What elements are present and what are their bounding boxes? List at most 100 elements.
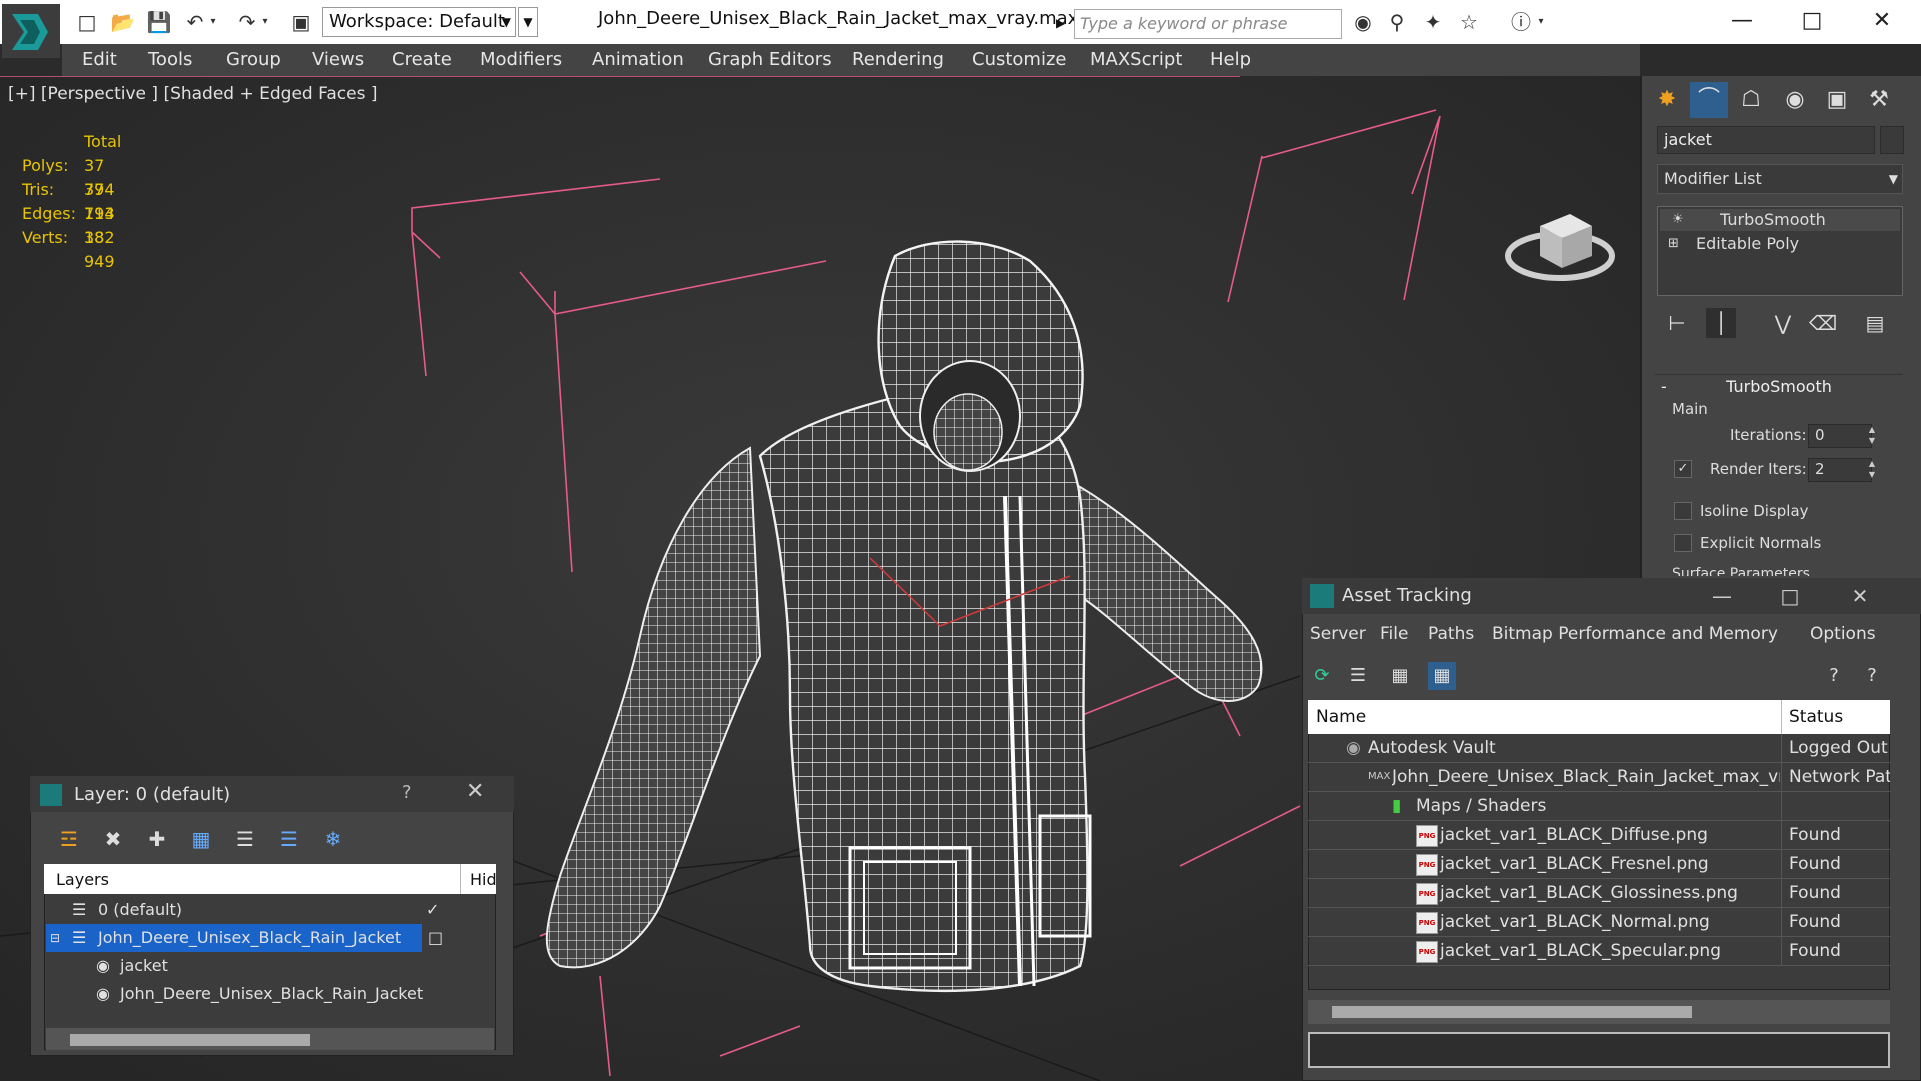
collapse-minus-icon[interactable]: ⊟: [50, 924, 60, 952]
help-button[interactable]: ?: [402, 782, 412, 803]
configure-sets-icon[interactable]: ▤: [1860, 308, 1890, 338]
object-name-field[interactable]: jacket: [1657, 126, 1875, 154]
render-iters-checkbox[interactable]: ✓: [1674, 460, 1692, 478]
minimize-button[interactable]: —: [1722, 6, 1762, 36]
table-row[interactable]: ▮ Maps / Shaders: [1308, 792, 1890, 821]
hide-all-icon[interactable]: ☰: [274, 824, 304, 854]
menu-paths[interactable]: Paths: [1428, 624, 1474, 644]
undo-dropdown-icon[interactable]: ▾: [206, 10, 220, 34]
key-icon[interactable]: ⚲: [1384, 10, 1410, 34]
open-file-icon[interactable]: 📂: [110, 10, 136, 34]
table-view-icon[interactable]: ▦: [1428, 662, 1456, 690]
viewport-label[interactable]: [+] [Perspective ] [Shaded + Edged Faces…: [8, 84, 377, 104]
menu-file[interactable]: File: [1380, 624, 1408, 644]
column-divider[interactable]: [1781, 700, 1782, 734]
project-folder-icon[interactable]: ▣: [288, 10, 314, 34]
column-divider[interactable]: [460, 864, 461, 894]
layer-row-selected[interactable]: ⊟ ☰ John_Deere_Unisex_Black_Rain_Jacket: [46, 924, 422, 952]
menu-rendering[interactable]: Rendering: [852, 49, 944, 70]
table-row[interactable]: ◉ Autodesk Vault Logged Out: [1308, 734, 1890, 763]
help-icon[interactable]: ⓘ: [1508, 10, 1534, 34]
close-button[interactable]: ✕: [1838, 582, 1882, 610]
motion-tab-icon[interactable]: ◉: [1776, 82, 1814, 118]
create-layer-icon[interactable]: ☲: [54, 824, 84, 854]
table-row[interactable]: PNG jacket_var1_BLACK_Diffuse.png Found: [1308, 821, 1890, 850]
menu-edit[interactable]: Edit: [82, 49, 117, 70]
menu-help[interactable]: Help: [1210, 49, 1251, 70]
menu-customize[interactable]: Customize: [972, 49, 1066, 70]
modify-tab-icon[interactable]: ⌒: [1690, 82, 1728, 118]
context-help-icon[interactable]: ?: [1858, 662, 1886, 690]
turbosmooth-rollout-header[interactable]: - TurboSmooth: [1655, 374, 1903, 398]
iterations-spinner[interactable]: 0: [1808, 424, 1872, 448]
highlight-selected-icon[interactable]: ☰: [230, 824, 260, 854]
delete-layer-icon[interactable]: ✖: [98, 824, 128, 854]
table-row[interactable]: PNG jacket_var1_BLACK_Normal.png Found: [1308, 908, 1890, 937]
workspace-menu-button[interactable]: ▼: [518, 7, 538, 37]
maximize-button[interactable]: □: [1768, 582, 1812, 610]
search-input[interactable]: Type a keyword or phrase: [1074, 9, 1342, 39]
table-row[interactable]: PNG jacket_var1_BLACK_Glossiness.png Fou…: [1308, 879, 1890, 908]
undo-icon[interactable]: ↶: [182, 10, 208, 34]
set-current-layer-icon[interactable]: □: [428, 924, 448, 952]
workspace-dropdown[interactable]: Workspace: Default ▼: [322, 7, 516, 37]
communication-icon[interactable]: ✦: [1420, 10, 1446, 34]
menu-tools[interactable]: Tools: [148, 49, 192, 70]
table-row[interactable]: PNG jacket_var1_BLACK_Fresnel.png Found: [1308, 850, 1890, 879]
menu-maxscript[interactable]: MAXScript: [1090, 49, 1182, 70]
refresh-icon[interactable]: ⟳: [1308, 662, 1336, 690]
stack-item-editable-poly[interactable]: ⊞ Editable Poly: [1660, 233, 1900, 255]
spinner-arrows-icon[interactable]: ▲ ▼: [1866, 424, 1878, 446]
viewcube-icon[interactable]: [1500, 196, 1620, 296]
current-layer-check-icon[interactable]: ✓: [426, 896, 439, 924]
list-view-icon[interactable]: ☰: [1344, 662, 1372, 690]
render-iters-spinner[interactable]: 2: [1808, 458, 1872, 482]
new-file-icon[interactable]: □: [74, 10, 100, 34]
menu-group[interactable]: Group: [226, 49, 281, 70]
hierarchy-tab-icon[interactable]: ☖: [1732, 82, 1770, 118]
scrollbar-thumb[interactable]: [1332, 1006, 1692, 1018]
horizontal-scrollbar[interactable]: [1308, 1000, 1890, 1024]
layer-row[interactable]: ◉ jacket: [46, 952, 494, 980]
object-color-swatch[interactable]: [1880, 126, 1904, 154]
stack-item-turbosmooth[interactable]: ☀ TurboSmooth: [1660, 209, 1900, 231]
column-layers[interactable]: Layers: [56, 870, 109, 889]
asset-tracking-titlebar[interactable]: Asset Tracking — □ ✕: [1302, 578, 1921, 614]
menu-server[interactable]: Server: [1310, 624, 1366, 644]
create-tab-icon[interactable]: ✸: [1648, 82, 1686, 118]
menu-modifiers[interactable]: Modifiers: [480, 49, 562, 70]
redo-dropdown-icon[interactable]: ▾: [258, 10, 272, 34]
column-hide[interactable]: Hid: [470, 870, 497, 889]
modifier-list-dropdown[interactable]: Modifier List ▼: [1657, 164, 1903, 194]
select-objects-icon[interactable]: ▦: [186, 824, 216, 854]
close-button[interactable]: ✕: [1862, 6, 1902, 36]
thumbnail-view-icon[interactable]: ▦: [1386, 662, 1414, 690]
display-tab-icon[interactable]: ▣: [1818, 82, 1856, 118]
expand-plus-icon[interactable]: ⊞: [1668, 233, 1679, 255]
freeze-all-icon[interactable]: ❄: [318, 824, 348, 854]
save-icon[interactable]: 💾: [146, 10, 172, 34]
menu-options[interactable]: Options: [1810, 624, 1876, 644]
pin-stack-icon[interactable]: ⊢: [1662, 308, 1692, 338]
minimize-button[interactable]: —: [1700, 582, 1744, 610]
utilities-tab-icon[interactable]: ⚒: [1860, 82, 1898, 118]
table-row[interactable]: MAX John_Deere_Unisex_Black_Rain_Jacket_…: [1308, 763, 1890, 792]
layer-window-titlebar[interactable]: Layer: 0 (default) ? ✕: [30, 776, 514, 812]
menu-views[interactable]: Views: [312, 49, 364, 70]
favorites-star-icon[interactable]: ☆: [1456, 10, 1482, 34]
menu-create[interactable]: Create: [392, 49, 452, 70]
layer-row[interactable]: ☰ 0 (default) ✓: [46, 896, 494, 924]
redo-icon[interactable]: ↷: [234, 10, 260, 34]
remove-modifier-icon[interactable]: ⌫: [1808, 308, 1838, 338]
layer-row[interactable]: ◉ John_Deere_Unisex_Black_Rain_Jacket: [46, 980, 494, 1008]
show-end-result-icon[interactable]: │: [1706, 308, 1736, 338]
menu-animation[interactable]: Animation: [592, 49, 684, 70]
binoculars-icon[interactable]: ◉: [1350, 10, 1376, 34]
lightbulb-icon[interactable]: ☀: [1672, 209, 1684, 231]
menu-bitmap-performance[interactable]: Bitmap Performance and Memory: [1492, 624, 1778, 644]
column-name[interactable]: Name: [1316, 707, 1366, 727]
isoline-display-checkbox[interactable]: [1674, 502, 1692, 520]
asset-path-field[interactable]: [1308, 1032, 1890, 1068]
column-status[interactable]: Status: [1789, 707, 1843, 727]
menu-graph-editors[interactable]: Graph Editors: [708, 49, 832, 70]
